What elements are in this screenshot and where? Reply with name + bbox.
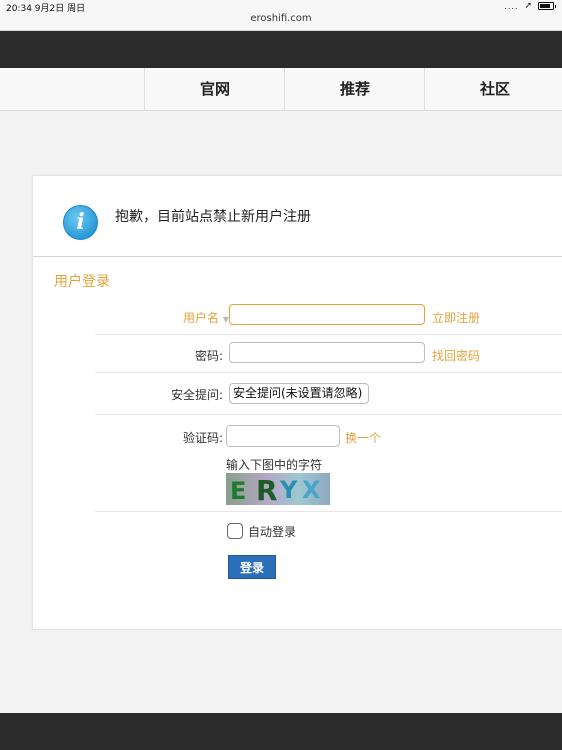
captcha-label: 验证码: [182,431,223,445]
password-label: 密码: [194,349,223,363]
captcha-char: Y [280,476,298,504]
location-icon: ➚ [524,1,532,11]
main-nav: 官网 推荐 社区 [0,68,562,111]
nav-item-recommend[interactable]: 推荐 [284,68,425,110]
auto-login-label[interactable]: 自动登录 [248,523,296,540]
login-card: i 抱歉，目前站点禁止新用户注册 用户登录 用户名 ▼ 立即注册 密码: 找回密… [32,175,562,630]
signal-icon: .... [504,1,519,11]
security-question-select[interactable]: 安全提问(未设置请忽略) [229,383,369,404]
site-header-bar [0,31,562,68]
row-divider [95,414,562,415]
captcha-char: E [230,477,247,505]
notice-message: 抱歉，目前站点禁止新用户注册 [115,209,311,225]
username-input[interactable] [229,304,425,325]
browser-status-bar: 20:34 9月2日 周日 .... ➚ eroshifi.com [0,0,562,31]
divider [33,256,562,257]
row-divider [95,511,562,512]
nav-item-official[interactable]: 官网 [144,68,285,110]
register-link[interactable]: 立即注册 [432,309,480,326]
username-label: 用户名 [183,311,220,325]
site-footer-bar [0,713,562,750]
forgot-password-link[interactable]: 找回密码 [432,347,480,364]
row-divider [95,372,562,373]
status-indicators: .... ➚ [504,1,556,11]
battery-icon [538,2,554,10]
captcha-input[interactable] [226,425,340,447]
captcha-refresh-link[interactable]: 换一个 [345,429,381,446]
nav-item-community[interactable]: 社区 [424,68,562,110]
captcha-hint: 输入下图中的字符 [226,458,323,472]
password-input[interactable] [229,342,425,363]
login-button[interactable]: 登录 [228,555,276,579]
captcha-char: R [256,474,278,505]
auto-login-checkbox[interactable] [227,523,243,539]
captcha-char: X [302,476,321,504]
security-question-label: 安全提问: [170,388,223,402]
username-label-dropdown[interactable]: 用户名 ▼ [169,309,229,326]
row-divider [95,334,562,335]
address-bar-url[interactable]: eroshifi.com [0,13,562,24]
login-section-title: 用户登录 [54,274,110,290]
info-icon: i [63,205,98,240]
captcha-image[interactable]: E R Y X [226,473,330,505]
